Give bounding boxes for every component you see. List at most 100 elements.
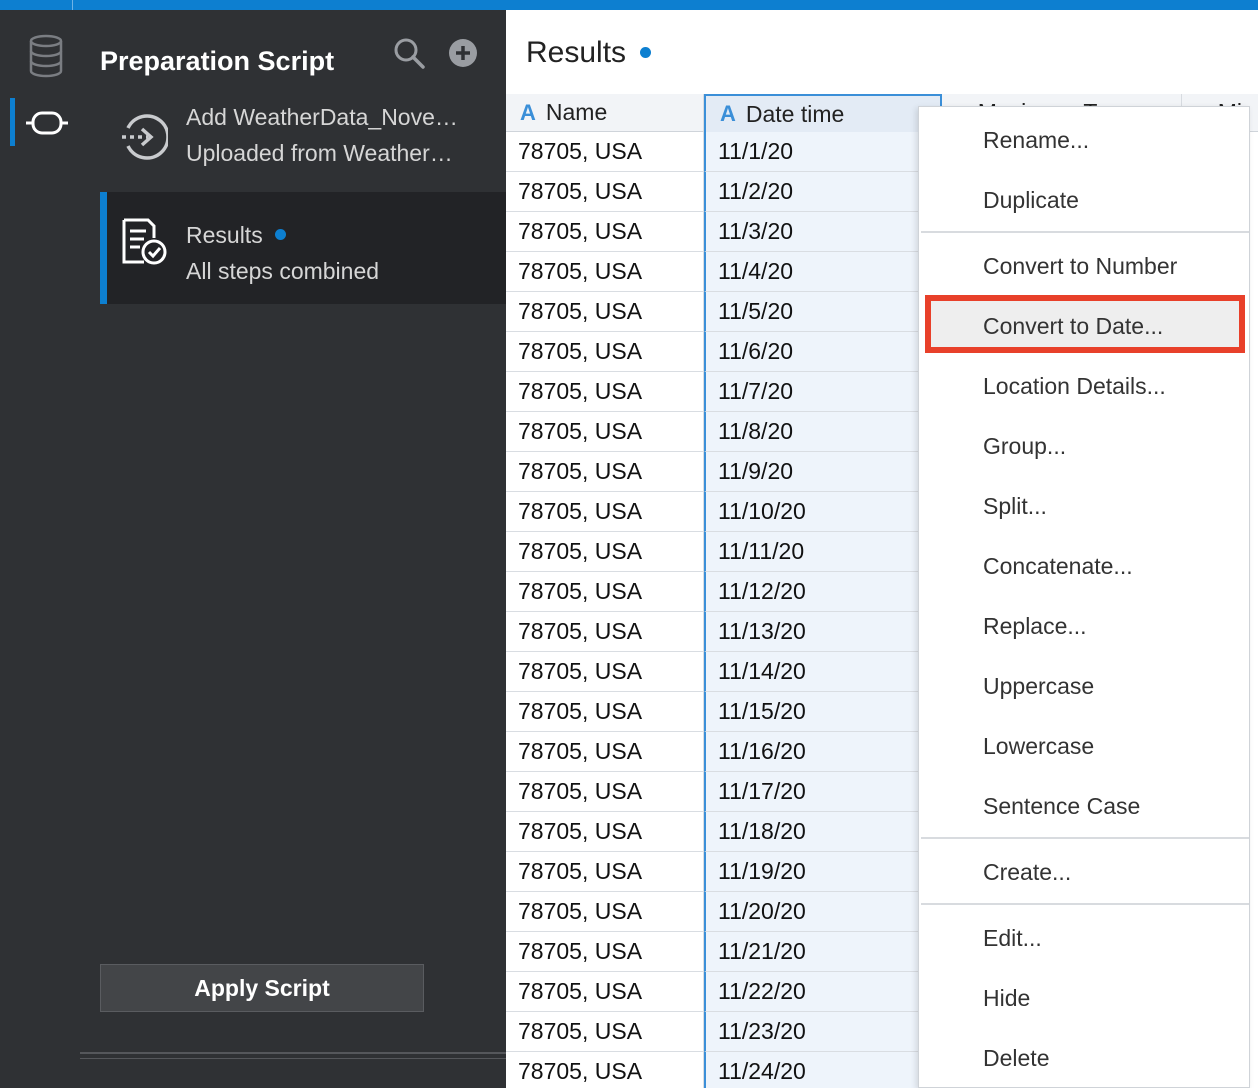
step-subtitle: Uploaded from Weather… — [186, 140, 453, 166]
menu-item-group[interactable]: Group... — [983, 433, 1066, 460]
cell-date-time[interactable]: 11/23/20 — [704, 1012, 942, 1052]
page-title: Results — [526, 36, 652, 70]
cell-name[interactable]: 78705, USA — [506, 332, 704, 372]
cell-date-time[interactable]: 11/22/20 — [704, 972, 942, 1012]
cell-name[interactable]: 78705, USA — [506, 252, 704, 292]
text-type-icon: A — [520, 99, 536, 125]
cell-name[interactable]: 78705, USA — [506, 892, 704, 932]
menu-item-split[interactable]: Split... — [983, 493, 1047, 520]
cell-date-time[interactable]: 11/12/20 — [704, 572, 942, 612]
cell-date-time[interactable]: 11/20/20 — [704, 892, 942, 932]
cell-date-time[interactable]: 11/3/20 — [704, 212, 942, 252]
unsaved-dot — [274, 229, 286, 241]
cell-date-time[interactable]: 11/21/20 — [704, 932, 942, 972]
footer-divider — [80, 1058, 506, 1059]
search-icon[interactable] — [392, 36, 426, 70]
column-header-label: Date time — [745, 100, 845, 127]
cell-name[interactable]: 78705, USA — [506, 1052, 704, 1088]
cell-name[interactable]: 78705, USA — [506, 812, 704, 852]
column-context-menu: Rename... Duplicate Convert to Number Conve… — [918, 106, 1250, 1088]
add-step-icon[interactable] — [448, 38, 478, 68]
cell-name[interactable]: 78705, USA — [506, 132, 704, 172]
cell-name[interactable]: 78705, USA — [506, 612, 704, 652]
cell-name[interactable]: 78705, USA — [506, 692, 704, 732]
step-title-text: Results — [186, 222, 263, 248]
cell-date-time[interactable]: 11/2/20 — [704, 172, 942, 212]
apply-script-button[interactable]: Apply Script — [100, 964, 424, 1012]
text-type-icon: A — [720, 101, 736, 126]
cell-name[interactable]: 78705, USA — [506, 172, 704, 212]
rail-active-indicator — [10, 98, 15, 146]
cell-name[interactable]: 78705, USA — [506, 1012, 704, 1052]
cell-name[interactable]: 78705, USA — [506, 972, 704, 1012]
cell-date-time[interactable]: 11/19/20 — [704, 852, 942, 892]
menu-separator — [921, 903, 1249, 905]
menu-item-uppercase[interactable]: Uppercase — [983, 673, 1094, 700]
cell-name[interactable]: 78705, USA — [506, 452, 704, 492]
cell-date-time[interactable]: 11/5/20 — [704, 292, 942, 332]
step-add-data[interactable]: Add WeatherData_Nove… Uploaded from Weat… — [100, 88, 506, 200]
cell-name[interactable]: 78705, USA — [506, 932, 704, 972]
menu-item-lowercase[interactable]: Lowercase — [983, 733, 1094, 760]
cell-date-time[interactable]: 11/9/20 — [704, 452, 942, 492]
cell-name[interactable]: 78705, USA — [506, 372, 704, 412]
panel-title: Preparation Script — [100, 46, 335, 76]
cell-name[interactable]: 78705, USA — [506, 572, 704, 612]
menu-item-rename[interactable]: Rename... — [983, 127, 1089, 154]
cell-name[interactable]: 78705, USA — [506, 772, 704, 812]
footer-divider — [80, 1052, 506, 1054]
step-title: Add WeatherData_Nove… — [186, 104, 458, 130]
selected-indicator — [100, 192, 107, 304]
cell-date-time[interactable]: 11/6/20 — [704, 332, 942, 372]
top-accent-bar — [0, 0, 1258, 10]
menu-item-replace[interactable]: Replace... — [983, 613, 1087, 640]
cell-name[interactable]: 78705, USA — [506, 292, 704, 332]
step-results[interactable]: Results All steps combined — [100, 192, 506, 304]
menu-item-create[interactable]: Create... — [983, 859, 1071, 886]
cell-date-time[interactable]: 11/10/20 — [704, 492, 942, 532]
cell-date-time[interactable]: 11/7/20 — [704, 372, 942, 412]
cell-date-time[interactable]: 11/8/20 — [704, 412, 942, 452]
cell-date-time[interactable]: 11/4/20 — [704, 252, 942, 292]
cell-name[interactable]: 78705, USA — [506, 412, 704, 452]
unsaved-dot — [640, 46, 652, 58]
top-bar-divider — [72, 0, 73, 10]
cell-date-time[interactable]: 11/14/20 — [704, 652, 942, 692]
step-subtitle: All steps combined — [186, 258, 380, 284]
menu-item-hide[interactable]: Hide — [983, 985, 1030, 1012]
page-title-text: Results — [526, 36, 627, 69]
menu-separator — [921, 231, 1249, 233]
cell-date-time[interactable]: 11/24/20 — [704, 1052, 942, 1088]
cell-date-time[interactable]: 11/17/20 — [704, 772, 942, 812]
data-flow-icon[interactable] — [26, 108, 68, 138]
cell-name[interactable]: 78705, USA — [506, 492, 704, 532]
menu-item-concatenate[interactable]: Concatenate... — [983, 553, 1133, 580]
column-header-name[interactable]: A Name — [506, 94, 704, 132]
cell-name[interactable]: 78705, USA — [506, 212, 704, 252]
cell-name[interactable]: 78705, USA — [506, 732, 704, 772]
menu-item-sentence-case[interactable]: Sentence Case — [983, 793, 1140, 820]
menu-separator — [921, 837, 1249, 839]
cell-name[interactable]: 78705, USA — [506, 852, 704, 892]
column-header-date-time[interactable]: A Date time — [704, 94, 942, 132]
menu-item-location-details[interactable]: Location Details... — [983, 373, 1166, 400]
cell-date-time[interactable]: 11/15/20 — [704, 692, 942, 732]
cell-date-time[interactable]: 11/16/20 — [704, 732, 942, 772]
database-icon[interactable] — [28, 34, 64, 78]
menu-item-edit[interactable]: Edit... — [983, 925, 1042, 952]
add-data-icon — [122, 114, 168, 160]
cell-date-time[interactable]: 11/1/20 — [704, 132, 942, 172]
step-title: Results — [186, 222, 476, 249]
cell-name[interactable]: 78705, USA — [506, 652, 704, 692]
cell-date-time[interactable]: 11/11/20 — [704, 532, 942, 572]
menu-item-duplicate[interactable]: Duplicate — [983, 187, 1079, 214]
cell-date-time[interactable]: 11/13/20 — [704, 612, 942, 652]
menu-item-convert-to-number[interactable]: Convert to Number — [983, 253, 1177, 280]
script-panel: Preparation Script Add WeatherData_Nove…… — [80, 10, 506, 1088]
cell-name[interactable]: 78705, USA — [506, 532, 704, 572]
cell-date-time[interactable]: 11/18/20 — [704, 812, 942, 852]
menu-item-delete[interactable]: Delete — [983, 1045, 1049, 1072]
results-check-icon — [122, 218, 167, 265]
left-rail — [0, 10, 80, 1088]
menu-item-convert-to-date[interactable]: Convert to Date... — [983, 313, 1163, 340]
